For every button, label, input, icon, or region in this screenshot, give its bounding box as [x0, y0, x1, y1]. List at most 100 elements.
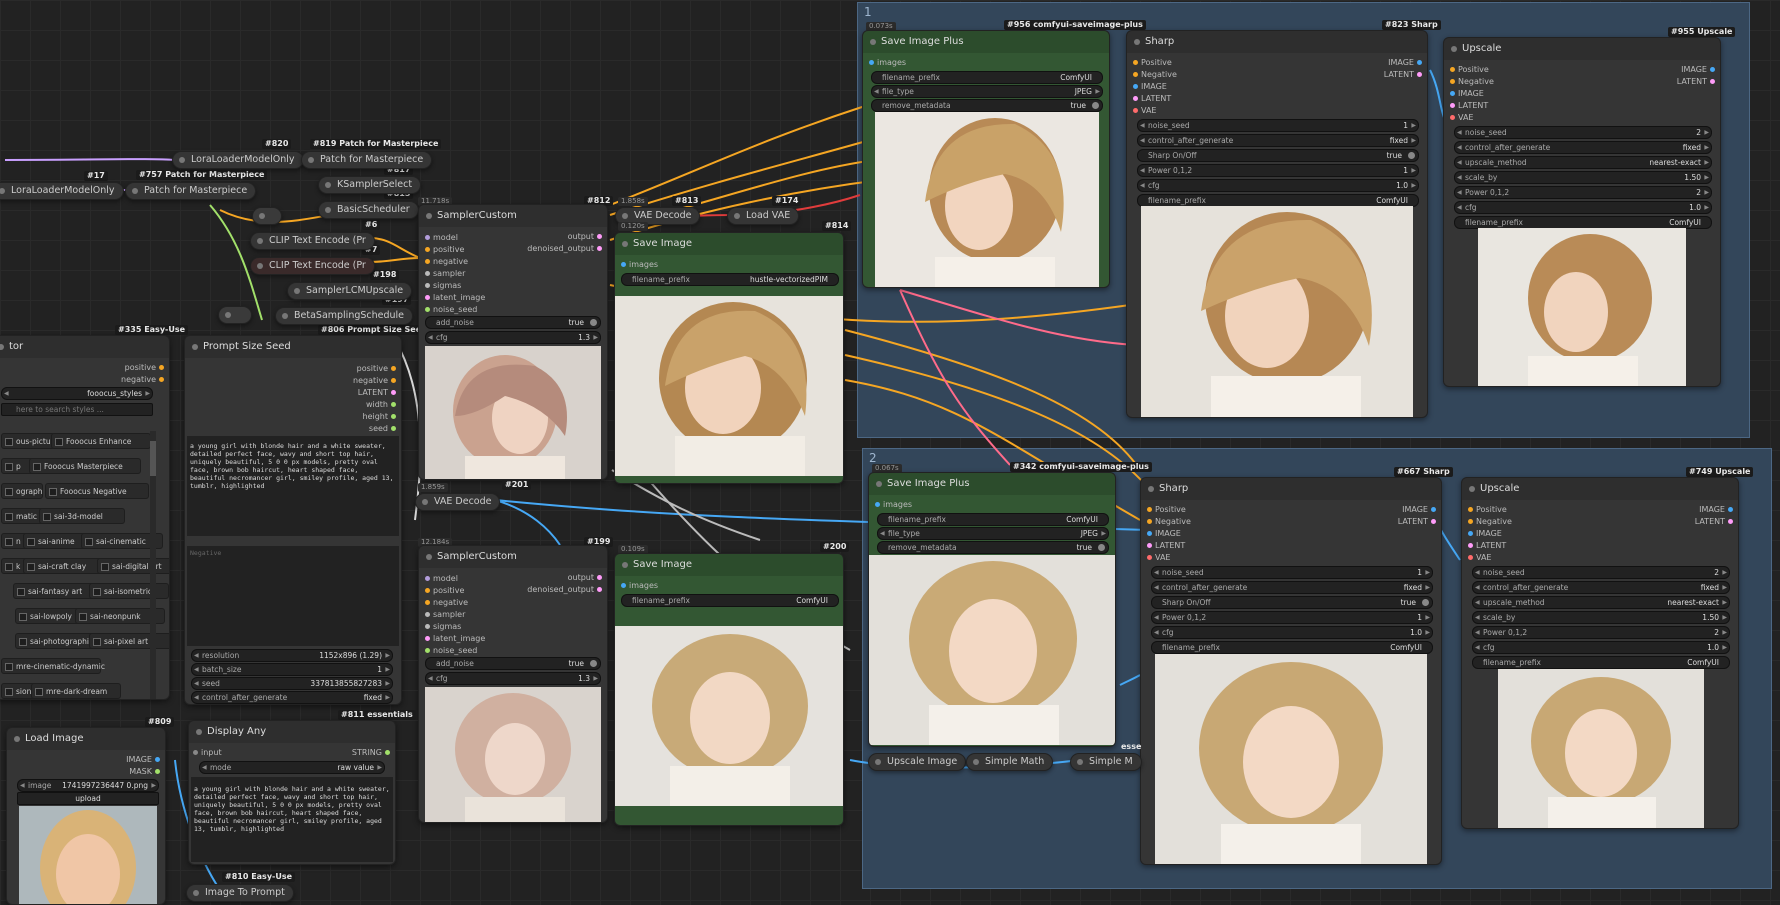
style-chip[interactable]: mre-dark-dream — [31, 683, 121, 699]
image-to-prompt-node[interactable]: Image To Prompt — [186, 884, 294, 902]
input-images[interactable]: images — [874, 500, 912, 510]
filename-prefix-widget[interactable]: filename_prefix ComfyUI — [877, 513, 1109, 526]
power-0-1-2-widget[interactable]: Power 0,1,22 — [1472, 626, 1730, 639]
input-negative[interactable]: negative — [425, 598, 468, 608]
filename-prefix-widget[interactable]: filename_prefix ComfyUI — [621, 594, 839, 607]
style-chip[interactable]: sai-fantasy art — [13, 583, 97, 599]
output-image[interactable]: IMAGE — [1681, 65, 1715, 75]
save-image-node-2[interactable]: Save Image images filename_prefix ComfyUI — [614, 553, 844, 826]
lora-loader-node-2[interactable]: LoraLoaderModelOnly — [0, 182, 124, 200]
output-latent[interactable]: LATENT — [358, 388, 397, 398]
input-positive[interactable]: positive — [424, 586, 464, 596]
output-string[interactable]: STRING — [352, 748, 391, 758]
output-mask[interactable]: MASK — [129, 767, 160, 777]
input-image[interactable]: IMAGE — [1133, 82, 1167, 92]
noise-seed-widget[interactable]: noise_seed2 — [1454, 126, 1712, 139]
input-negative[interactable]: Negative — [1133, 70, 1177, 80]
input-sampler[interactable]: sampler — [424, 269, 465, 279]
prompt-widget-resolution[interactable]: resolution1152x896 (1.29) — [191, 649, 393, 662]
input-latent[interactable]: LATENT — [1146, 541, 1185, 551]
output-denoised[interactable]: denoised_output — [527, 244, 602, 254]
output-image[interactable]: IMAGE — [1402, 505, 1436, 515]
style-chip[interactable]: sai-craft clay — [23, 558, 107, 574]
cfg-widget[interactable]: cfg1.0 — [1151, 626, 1433, 639]
input-model[interactable]: model — [425, 574, 458, 584]
noise-seed-widget[interactable]: noise_seed1 — [1137, 119, 1419, 132]
output-image[interactable]: IMAGE — [1388, 58, 1422, 68]
output-output[interactable]: output — [568, 573, 603, 583]
style-chip[interactable]: ograph — [1, 483, 43, 499]
output-latent[interactable]: LATENT — [1384, 70, 1423, 80]
cfg-widget[interactable]: cfg1.3 — [425, 672, 601, 685]
power-0-1-2-widget[interactable]: Power 0,1,22 — [1454, 186, 1712, 199]
filename-prefix-widget[interactable]: filename_prefix ComfyUI — [1472, 656, 1730, 669]
input-images[interactable]: images — [868, 58, 906, 68]
input-positive[interactable]: Positive — [1147, 505, 1186, 515]
input-latent[interactable]: LATENT — [1449, 101, 1488, 111]
sampler-custom-node-2[interactable]: SamplerCustom model positive negative sampl… — [418, 545, 608, 823]
basic-scheduler-node[interactable]: BasicScheduler — [318, 201, 419, 219]
output-width[interactable]: width — [366, 400, 397, 410]
output-denoised[interactable]: denoised_output — [527, 585, 602, 595]
cfg-widget[interactable]: cfg1.3 — [425, 331, 601, 344]
output-negative[interactable]: negative — [353, 376, 396, 386]
ksampler-select-node[interactable]: KSamplerSelect — [318, 176, 422, 194]
prompt-widget-control-after-generate[interactable]: control_after_generatefixed — [191, 691, 393, 704]
upscale-image-node[interactable]: Upscale Image — [868, 753, 967, 771]
save-image-plus-node-2[interactable]: Save Image Plus images filename_prefix Co… — [868, 472, 1116, 747]
style-search-input[interactable]: here to search styles ... — [1, 403, 153, 416]
input-positive[interactable]: positive — [424, 245, 464, 255]
input-vae[interactable]: VAE — [1133, 106, 1157, 116]
control-after-generate-widget[interactable]: control_after_generatefixed — [1472, 581, 1730, 594]
save-image-plus-node-1[interactable]: Save Image Plus images filename_prefix Co… — [862, 30, 1110, 288]
input-images[interactable]: images — [620, 260, 658, 270]
style-chip[interactable]: Fooocus Negative — [45, 483, 149, 499]
file-type-widget[interactable]: file_typeJPEG — [871, 85, 1103, 98]
input-positive[interactable]: Positive — [1468, 505, 1507, 515]
filename-prefix-widget[interactable]: filename_prefix ComfyUI — [871, 71, 1103, 84]
input-input[interactable]: input — [193, 748, 222, 758]
mode-select[interactable]: moderaw value — [199, 761, 385, 774]
upscale-method-widget[interactable]: upscale_methodnearest-exact — [1472, 596, 1730, 609]
style-list-scrollbar[interactable] — [150, 431, 156, 699]
output-seed[interactable]: seed — [369, 424, 397, 434]
styles-select[interactable]: fooocus_styles — [1, 387, 153, 400]
input-negative[interactable]: Negative — [1468, 517, 1512, 527]
style-chip[interactable]: sai-isometric — [89, 583, 169, 599]
control-after-generate-widget[interactable]: control_after_generatefixed — [1137, 134, 1419, 147]
input-latent[interactable]: LATENT — [1132, 94, 1171, 104]
style-chip[interactable]: Fooocus Enhance — [51, 433, 151, 449]
prompt-widget-seed[interactable]: seed337813855827283 — [191, 677, 393, 690]
scale-by-widget[interactable]: scale_by1.50 — [1472, 611, 1730, 624]
input-latent-image[interactable]: latent_image — [424, 634, 485, 644]
upscale-method-widget[interactable]: upscale_methodnearest-exact — [1454, 156, 1712, 169]
load-image-node[interactable]: Load Image IMAGE MASK image1741997236447… — [6, 727, 166, 905]
upscale-node-1[interactable]: Upscale Positive Negative IMAGE LATENT VAE IM… — [1443, 37, 1721, 387]
remove-metadata-widget[interactable]: remove_metadata true — [877, 541, 1109, 554]
input-sigmas[interactable]: sigmas — [424, 281, 461, 291]
control-after-generate-widget[interactable]: control_after_generatefixed — [1454, 141, 1712, 154]
vae-decode-node-2[interactable]: VAE Decode — [415, 493, 501, 511]
clip-text-encode-node-2[interactable]: CLIP Text Encode (Pr — [250, 257, 375, 275]
cfg-widget[interactable]: cfg1.0 — [1454, 201, 1712, 214]
input-negative[interactable]: Negative — [1450, 77, 1494, 87]
input-positive[interactable]: Positive — [1450, 65, 1489, 75]
reroute-node-2[interactable] — [218, 306, 252, 324]
clip-text-encode-node-1[interactable]: CLIP Text Encode (Pr — [250, 232, 375, 250]
sharp-on-off-widget[interactable]: Sharp On/Off true — [1137, 149, 1419, 162]
reroute-node-1[interactable] — [252, 207, 282, 225]
output-image[interactable]: IMAGE — [126, 755, 160, 765]
styler-node[interactable]: tor positive negative fooocus_styles her… — [0, 335, 170, 700]
output-image[interactable]: IMAGE — [1699, 505, 1733, 515]
style-chip[interactable]: ous-picture — [1, 433, 58, 449]
output-latent[interactable]: LATENT — [1695, 517, 1734, 527]
output-positive[interactable]: positive — [125, 363, 165, 373]
power-0-1-2-widget[interactable]: Power 0,1,21 — [1151, 611, 1433, 624]
input-sampler[interactable]: sampler — [424, 610, 465, 620]
noise-seed-widget[interactable]: noise_seed2 — [1472, 566, 1730, 579]
display-any-node[interactable]: Display Any input STRING moderaw value a… — [188, 720, 396, 865]
filename-prefix-widget[interactable]: filename_prefix ComfyUI — [1151, 641, 1433, 654]
noise-seed-widget[interactable]: noise_seed1 — [1151, 566, 1433, 579]
input-latent-image[interactable]: latent_image — [424, 293, 485, 303]
style-chip[interactable]: sai-photographic — [15, 633, 97, 649]
